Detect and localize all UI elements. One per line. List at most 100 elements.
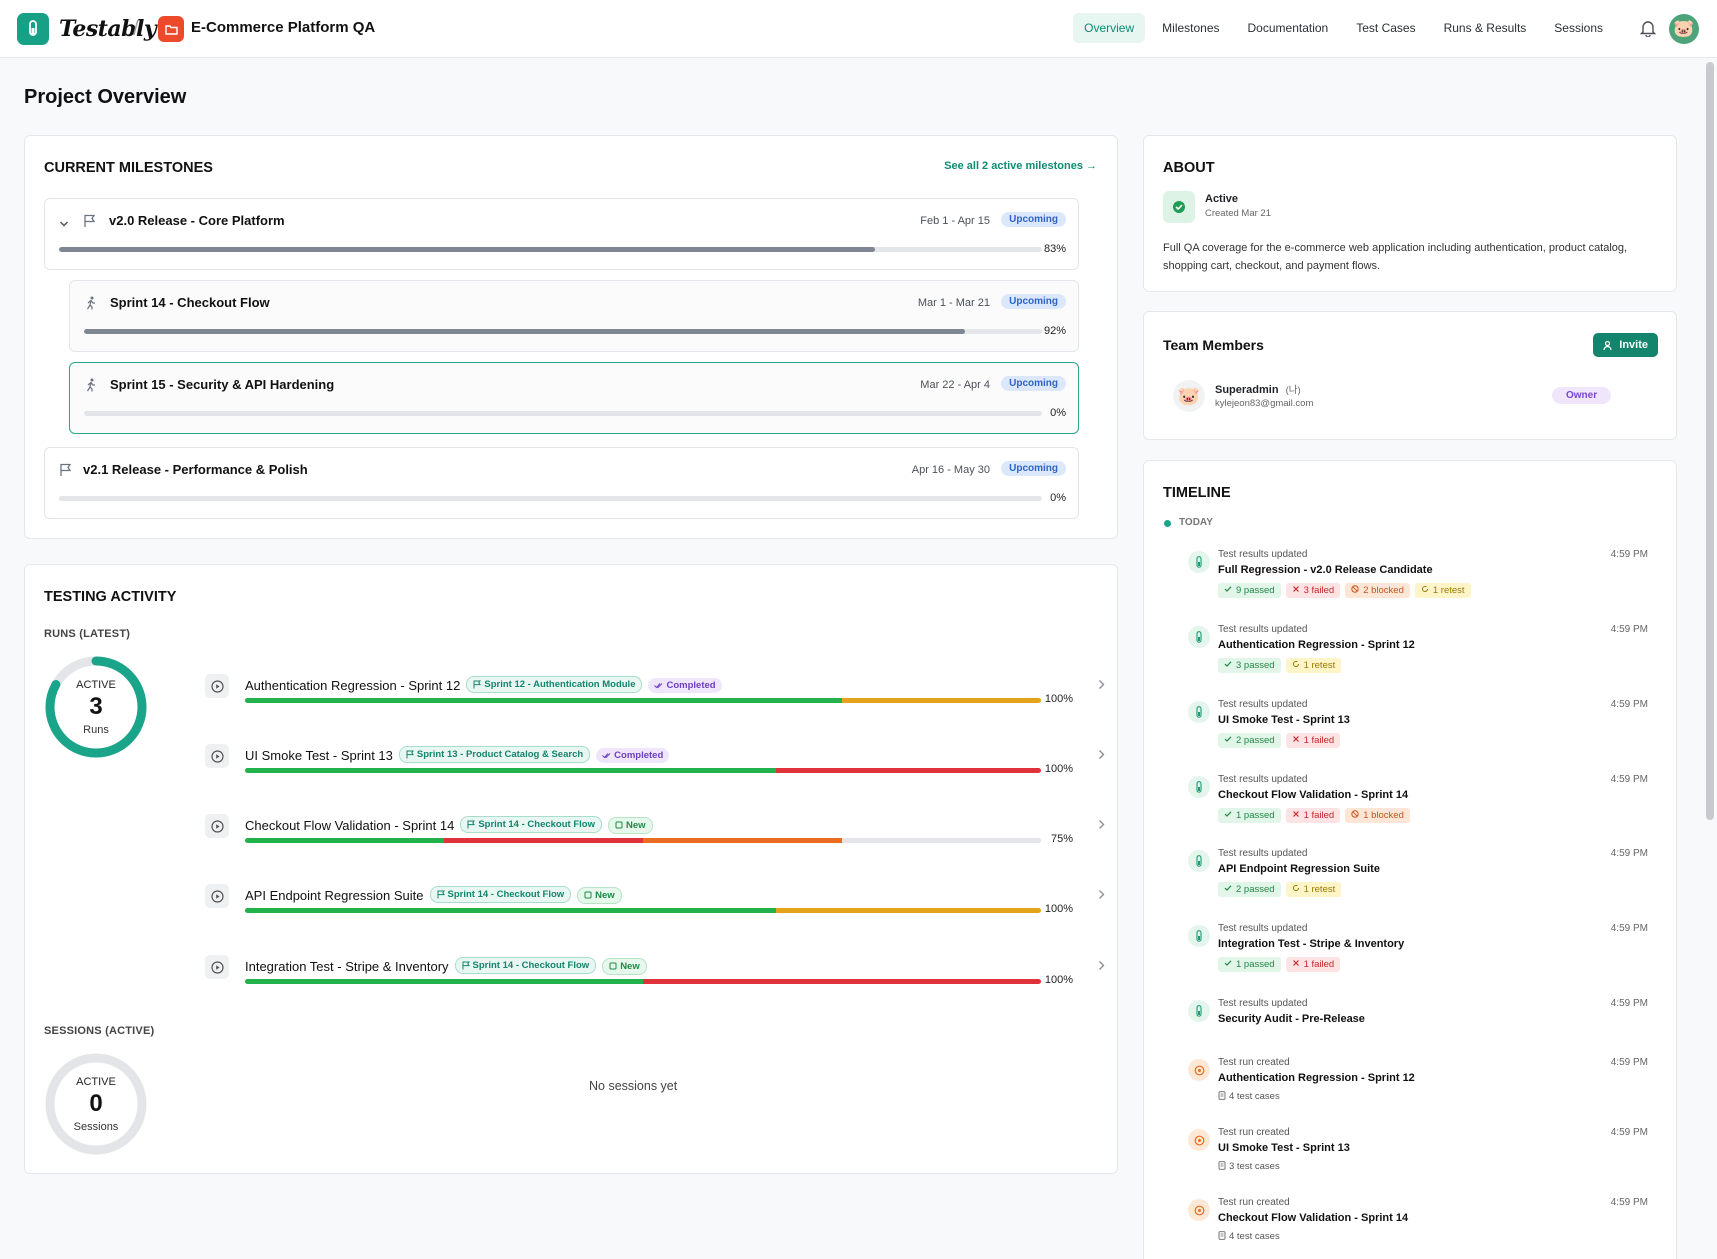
member-name: Superadmin (나) (1215, 382, 1301, 396)
test-tube-icon (1188, 1000, 1210, 1022)
running-person-icon (85, 378, 97, 395)
test-tube-icon (1188, 850, 1210, 872)
check-icon (1224, 586, 1232, 592)
bell-icon[interactable] (1639, 19, 1657, 40)
timeline-time: 4:59 PM (1610, 1127, 1648, 1138)
sprint-tag: Sprint 12 - Authentication Module (466, 676, 643, 693)
timeline-title[interactable]: UI Smoke Test - Sprint 13 (1218, 1142, 1350, 1154)
run-row[interactable]: UI Smoke Test - Sprint 13 Sprint 13 - Pro… (205, 733, 1113, 793)
test-tube-icon (1188, 551, 1210, 573)
chevron-right-icon[interactable] (1098, 677, 1105, 693)
run-row[interactable]: Integration Test - Stripe & Inventory Spr… (205, 944, 1113, 1004)
run-created-icon (1188, 1129, 1210, 1151)
user-avatar[interactable]: 🐷 (1669, 14, 1699, 44)
result-chip-label: 1 failed (1303, 735, 1335, 746)
testably-logo-icon[interactable] (17, 13, 49, 45)
today-dot (1164, 520, 1171, 527)
activity-title: TESTING ACTIVITY (44, 589, 177, 605)
result-chip-label: 1 passed (1236, 810, 1275, 821)
milestone-name: Sprint 15 - Security & API Hardening (110, 377, 335, 392)
run-name[interactable]: API Endpoint Regression Suite (245, 888, 424, 903)
result-chip-retest: 1 retest (1285, 882, 1342, 897)
run-name[interactable]: Authentication Regression - Sprint 12 (245, 678, 460, 693)
timeline-title[interactable]: Security Audit - Pre-Release (1218, 1013, 1365, 1025)
test-case-count-label: 4 test cases (1229, 1231, 1280, 1242)
runs-donut: ACTIVE 3 Runs (44, 655, 148, 759)
nav-milestones[interactable]: Milestones (1151, 13, 1230, 43)
timeline-time: 4:59 PM (1610, 624, 1648, 635)
nav-overview[interactable]: Overview (1073, 13, 1146, 43)
chevron-right-icon[interactable] (1098, 817, 1105, 833)
test-tube-icon (1188, 925, 1210, 947)
result-chip-label: 2 blocked (1363, 585, 1404, 596)
flag-icon (83, 214, 96, 231)
check-icon (1224, 960, 1232, 966)
timeline-title[interactable]: Authentication Regression - Sprint 12 (1218, 639, 1415, 651)
page-scrollbar[interactable] (1706, 62, 1714, 820)
result-chips: 2 passed 1 retest (1218, 882, 1342, 897)
nav-sessions[interactable]: Sessions (1543, 13, 1614, 43)
run-name[interactable]: Integration Test - Stripe & Inventory (245, 959, 449, 974)
about-card: ABOUT Active Created Mar 21 Full QA cove… (1143, 135, 1677, 292)
donut-top-label: ACTIVE (76, 1076, 116, 1088)
timeline-time: 4:59 PM (1610, 998, 1648, 1009)
chevron-right-icon[interactable] (1098, 887, 1105, 903)
timeline-title[interactable]: Checkout Flow Validation - Sprint 14 (1218, 1212, 1408, 1224)
result-chip-label: 3 passed (1236, 660, 1275, 671)
project-name[interactable]: E-Commerce Platform QA (191, 19, 375, 36)
about-title: ABOUT (1163, 160, 1215, 176)
run-bar-segment (775, 768, 1041, 773)
nav-test-cases[interactable]: Test Cases (1345, 13, 1426, 43)
nav-documentation[interactable]: Documentation (1237, 13, 1340, 43)
timeline-title[interactable]: API Endpoint Regression Suite (1218, 863, 1380, 875)
flag-icon (467, 820, 476, 829)
new-icon (615, 821, 623, 829)
chevron-right-icon[interactable] (1098, 747, 1105, 763)
nav-runs-results[interactable]: Runs & Results (1433, 13, 1538, 43)
invite-button[interactable]: Invite (1593, 333, 1658, 357)
run-row[interactable]: Authentication Regression - Sprint 12 Spr… (205, 663, 1113, 723)
milestone-item[interactable]: Sprint 15 - Security & API Hardening Mar… (69, 362, 1079, 434)
sprint-tag-label: Sprint 14 - Checkout Flow (478, 819, 595, 830)
run-name[interactable]: Checkout Flow Validation - Sprint 14 (245, 818, 454, 833)
result-chip-label: 3 failed (1303, 585, 1335, 596)
created-date: Created Mar 21 (1205, 208, 1272, 219)
timeline-title[interactable]: Checkout Flow Validation - Sprint 14 (1218, 789, 1408, 801)
run-name[interactable]: UI Smoke Test - Sprint 13 (245, 748, 393, 763)
milestone-item[interactable]: v2.1 Release - Performance & Polish Apr … (44, 447, 1079, 519)
play-circle-icon (205, 955, 229, 979)
sprint-tag-label: Sprint 14 - Checkout Flow (472, 960, 590, 971)
flag-icon (406, 750, 414, 759)
chevron-down-icon[interactable] (59, 216, 69, 231)
milestone-item[interactable]: v2.0 Release - Core Platform Feb 1 - Apr… (44, 198, 1079, 270)
result-chip-pass: 1 passed (1218, 957, 1281, 972)
chevron-right-icon[interactable] (1098, 958, 1105, 974)
document-icon (1218, 1091, 1226, 1100)
run-row[interactable]: API Endpoint Regression Suite Sprint 14 -… (205, 873, 1113, 933)
new-icon (584, 891, 592, 899)
see-all-milestones-link[interactable]: See all 2 active milestones → (944, 160, 1097, 172)
result-chip-pass: 2 passed (1218, 733, 1281, 748)
timeline-title[interactable]: Authentication Regression - Sprint 12 (1218, 1072, 1415, 1084)
milestone-dates: Apr 16 - May 30 (911, 464, 990, 476)
donut-value: 3 (89, 693, 103, 720)
status-badge: Upcoming (1001, 294, 1066, 309)
milestones-card: CURRENT MILESTONES See all 2 active mile… (24, 135, 1118, 539)
timeline-title[interactable]: Integration Test - Stripe & Inventory (1218, 938, 1404, 950)
timeline-kind: Test results updated (1218, 998, 1308, 1009)
timeline-title[interactable]: Full Regression - v2.0 Release Candidate (1218, 564, 1433, 576)
retest-icon (1292, 885, 1299, 891)
timeline-title[interactable]: UI Smoke Test - Sprint 13 (1218, 714, 1350, 726)
result-chip-pass: 1 passed (1218, 808, 1281, 823)
x-icon (1292, 736, 1299, 742)
team-title: Team Members (1163, 337, 1264, 353)
milestone-item[interactable]: Sprint 14 - Checkout Flow Mar 1 - Mar 21… (69, 280, 1079, 352)
document-icon (1218, 1161, 1226, 1170)
logo-text[interactable]: Testably (59, 16, 157, 42)
progress-bar (84, 329, 1042, 334)
timeline-title: TIMELINE (1163, 485, 1231, 501)
run-row[interactable]: Checkout Flow Validation - Sprint 14 Spri… (205, 803, 1113, 863)
progress-percent: 0% (1050, 407, 1066, 419)
run-name-line: Authentication Regression - Sprint 12 Spr… (245, 676, 722, 693)
result-chips: 2 passed 1 failed (1218, 733, 1341, 748)
